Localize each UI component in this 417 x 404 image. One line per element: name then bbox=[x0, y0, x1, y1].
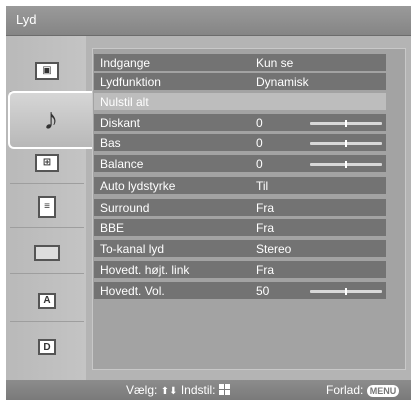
exit-label: Forlad: bbox=[326, 383, 364, 397]
diskant-slider[interactable] bbox=[310, 120, 382, 127]
sidebar-item-analog[interactable]: A bbox=[10, 280, 84, 322]
row-value: Kun se bbox=[256, 55, 294, 70]
row-label: To-kanal lyd bbox=[100, 241, 165, 256]
row-label: Surround bbox=[100, 200, 150, 215]
row-label: Balance bbox=[100, 156, 144, 171]
digital-channel-icon: D bbox=[38, 339, 56, 355]
window-title: Lyd bbox=[16, 12, 37, 27]
picture-icon: ▣ bbox=[35, 61, 59, 80]
sidebar-item-pc[interactable] bbox=[10, 232, 84, 274]
row-label: BBE bbox=[100, 220, 125, 235]
balance-slider[interactable] bbox=[310, 161, 382, 168]
sound-note-icon: ♪ bbox=[43, 103, 59, 136]
row-value: 0 bbox=[256, 135, 263, 150]
menu-row-to-kanal-lyd[interactable]: To-kanal lyd Stereo bbox=[94, 240, 386, 257]
row-label: Hovedt. højt. link bbox=[100, 262, 190, 277]
slider-thumb[interactable] bbox=[345, 120, 347, 127]
title-bar: Lyd bbox=[6, 6, 411, 36]
slider-thumb[interactable] bbox=[345, 140, 347, 147]
menu-row-bbe[interactable]: BBE Fra bbox=[94, 219, 386, 236]
dpad-center-icon bbox=[218, 384, 230, 395]
menu-row-lydfunktion[interactable]: Lydfunktion Dynamisk bbox=[94, 73, 386, 90]
sidebar-item-setup[interactable]: ≡ bbox=[10, 186, 84, 228]
menu-row-hovedt-hojt-link[interactable]: Hovedt. højt. link Fra bbox=[94, 261, 386, 278]
row-value: Fra bbox=[256, 262, 274, 277]
setup-list-icon: ≡ bbox=[38, 195, 56, 218]
help-footer: Vælg: ⬆⬇ Indstil: Forlad: MENU bbox=[6, 380, 411, 400]
menu-row-surround[interactable]: Surround Fra bbox=[94, 199, 386, 216]
category-sidebar: ▣ ♪ ⊞ ≡ A D bbox=[6, 36, 92, 380]
menu-key-icon: MENU bbox=[366, 385, 400, 397]
hovedt-vol-slider[interactable] bbox=[310, 288, 382, 295]
pc-monitor-icon bbox=[34, 244, 60, 261]
row-label: Auto lydstyrke bbox=[100, 178, 176, 193]
set-label: Indstil: bbox=[180, 383, 216, 397]
screen-icon: ⊞ bbox=[35, 153, 59, 172]
exit-hint: Forlad: MENU bbox=[326, 383, 400, 397]
navigation-hint: Vælg: ⬆⬇ Indstil: bbox=[126, 383, 230, 397]
row-label: Bas bbox=[100, 135, 121, 150]
menu-row-auto-lydstyrke[interactable]: Auto lydstyrke Til bbox=[94, 177, 386, 194]
row-value: 0 bbox=[256, 115, 263, 130]
row-label: Indgange bbox=[100, 55, 151, 70]
row-value: 50 bbox=[256, 283, 270, 298]
sidebar-item-digital[interactable]: D bbox=[10, 326, 84, 368]
row-label: Nulstil alt bbox=[100, 94, 149, 109]
menu-row-indgange[interactable]: Indgange Kun se bbox=[94, 54, 386, 71]
slider-thumb[interactable] bbox=[345, 161, 347, 168]
row-value: 0 bbox=[256, 156, 263, 171]
row-label: Diskant bbox=[100, 115, 141, 130]
row-label: Hovedt. Vol. bbox=[100, 283, 165, 298]
sidebar-item-sound[interactable]: ♪ bbox=[8, 91, 92, 149]
row-value: Fra bbox=[256, 220, 274, 235]
up-down-arrows-icon: ⬆⬇ bbox=[160, 386, 178, 397]
row-value: Fra bbox=[256, 200, 274, 215]
analog-channel-icon: A bbox=[38, 292, 56, 309]
row-value: Stereo bbox=[256, 241, 292, 256]
row-value: Til bbox=[256, 178, 269, 193]
row-value: Dynamisk bbox=[256, 74, 309, 89]
menu-row-nulstil-alt[interactable]: Nulstil alt bbox=[94, 93, 386, 110]
bas-slider[interactable] bbox=[310, 140, 382, 147]
row-label: Lydfunktion bbox=[100, 74, 161, 89]
slider-thumb[interactable] bbox=[345, 288, 347, 295]
select-label: Vælg: bbox=[126, 383, 158, 397]
sidebar-item-picture[interactable]: ▣ bbox=[10, 50, 84, 92]
